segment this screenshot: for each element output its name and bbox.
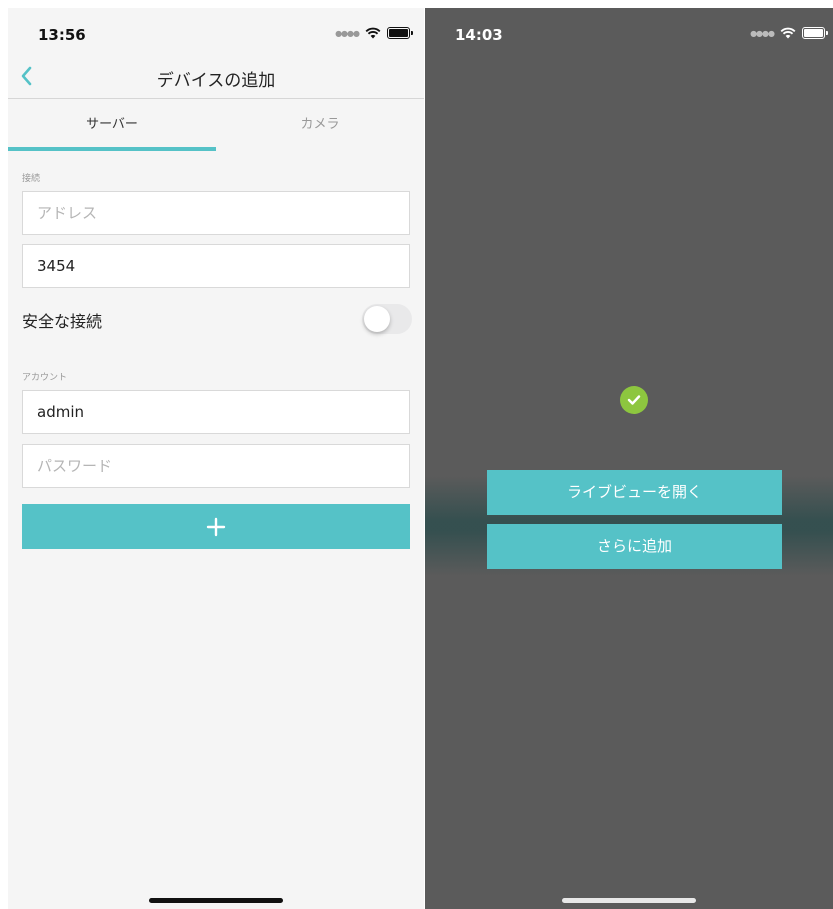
status-icons: ●●●● (335, 27, 413, 39)
status-time: 14:03 (455, 26, 503, 44)
port-input[interactable]: 3454 (22, 244, 410, 288)
signal-icon: ●●●● (750, 28, 775, 38)
open-live-view-button[interactable]: ライブビューを開く (487, 470, 782, 515)
home-indicator (562, 898, 696, 903)
status-bar: 13:56 ●●●● (8, 8, 424, 56)
tab-server[interactable]: サーバー (8, 99, 216, 151)
home-indicator (149, 898, 283, 903)
status-bar: 14:03 ●●●● (425, 8, 833, 56)
tab-camera[interactable]: カメラ (216, 99, 424, 151)
status-icons: ●●●● (750, 27, 828, 39)
wifi-icon (365, 27, 381, 39)
secure-connection-label: 安全な接続 (22, 312, 103, 331)
add-device-button[interactable] (22, 504, 410, 549)
battery-icon (802, 27, 828, 39)
secure-connection-row: 安全な接続 (22, 304, 412, 334)
password-input[interactable]: パスワード (22, 444, 410, 488)
secure-connection-toggle[interactable] (362, 304, 412, 334)
device-added-overlay: 14:03 ●●●● ライブビューを開く さらに追加 (425, 8, 833, 909)
checkmark-icon (627, 395, 641, 405)
add-more-button[interactable]: さらに追加 (487, 524, 782, 569)
toggle-knob (364, 306, 390, 332)
username-input[interactable]: admin (22, 390, 410, 434)
signal-icon: ●●●● (335, 28, 360, 38)
battery-icon (387, 27, 413, 39)
connection-section-label: 接続 (22, 174, 41, 184)
success-check (620, 386, 648, 414)
device-type-tabs: サーバー カメラ (8, 99, 424, 151)
address-input[interactable]: アドレス (22, 191, 410, 235)
add-device-screen: 13:56 ●●●● デバイスの追加 サーバー カメラ 接続 アドレス 3454… (8, 8, 424, 909)
plus-icon (206, 517, 226, 536)
account-section-label: アカウント (22, 373, 68, 383)
status-time: 13:56 (38, 26, 86, 44)
page-title: デバイスの追加 (156, 71, 276, 91)
active-tab-indicator (8, 147, 216, 151)
navigation-bar: デバイスの追加 (8, 56, 424, 99)
wifi-icon (780, 27, 796, 39)
